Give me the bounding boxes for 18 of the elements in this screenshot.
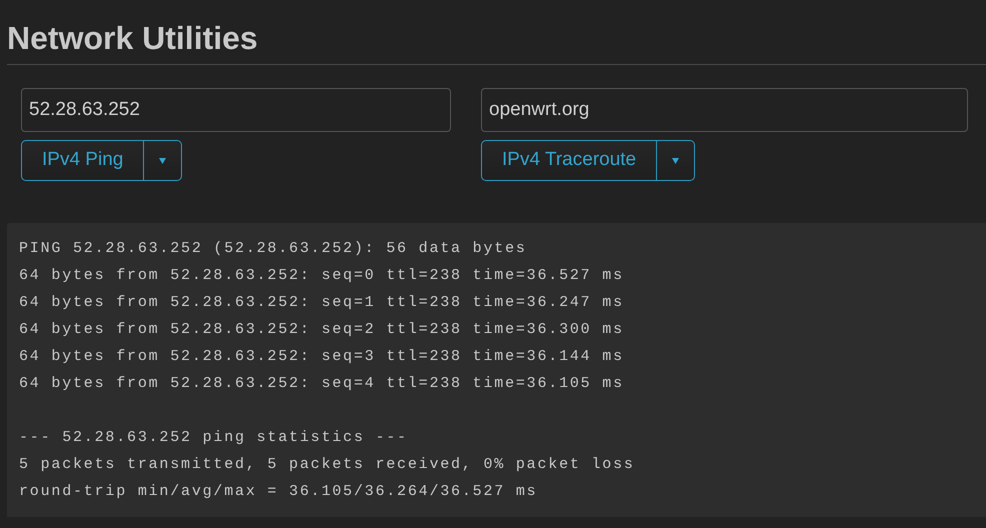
dropdown-toggle[interactable] (657, 140, 696, 181)
page-title: Network Utilities (7, 19, 258, 58)
caret-icon (159, 158, 166, 164)
output-line: 64 bytes from 52.28.63.252: seq=0 ttl=238 time=36.527 ms (19, 266, 624, 286)
input-field[interactable]: 52.28.63.252 (21, 88, 451, 132)
output-line: round-trip min/avg/max = 36.105/36.264/36.527 ms (19, 482, 538, 502)
output-line: --- 52.28.63.252 ping statistics --- (19, 428, 408, 448)
caret-icon (672, 158, 680, 164)
dropdown-toggle[interactable] (144, 140, 182, 181)
output-line: 64 bytes from 52.28.63.252: seq=1 ttl=238 time=36.247 ms (19, 293, 624, 313)
output-line: 64 bytes from 52.28.63.252: seq=4 ttl=238 time=36.105 ms (19, 374, 624, 394)
output-line: 5 packets transmitted, 5 packets received, 0% packet loss (19, 455, 635, 475)
output-line: PING 52.28.63.252 (52.28.63.252): 56 data bytes (19, 239, 527, 259)
output-line: 64 bytes from 52.28.63.252: seq=3 ttl=238 time=36.144 ms (19, 347, 624, 367)
input-field[interactable]: openwrt.org (481, 88, 968, 132)
action-button[interactable]: IPv4 Traceroute (481, 140, 658, 181)
action-button[interactable]: IPv4 Ping (21, 140, 144, 181)
output-line: 64 bytes from 52.28.63.252: seq=2 ttl=238 time=36.300 ms (19, 320, 624, 340)
